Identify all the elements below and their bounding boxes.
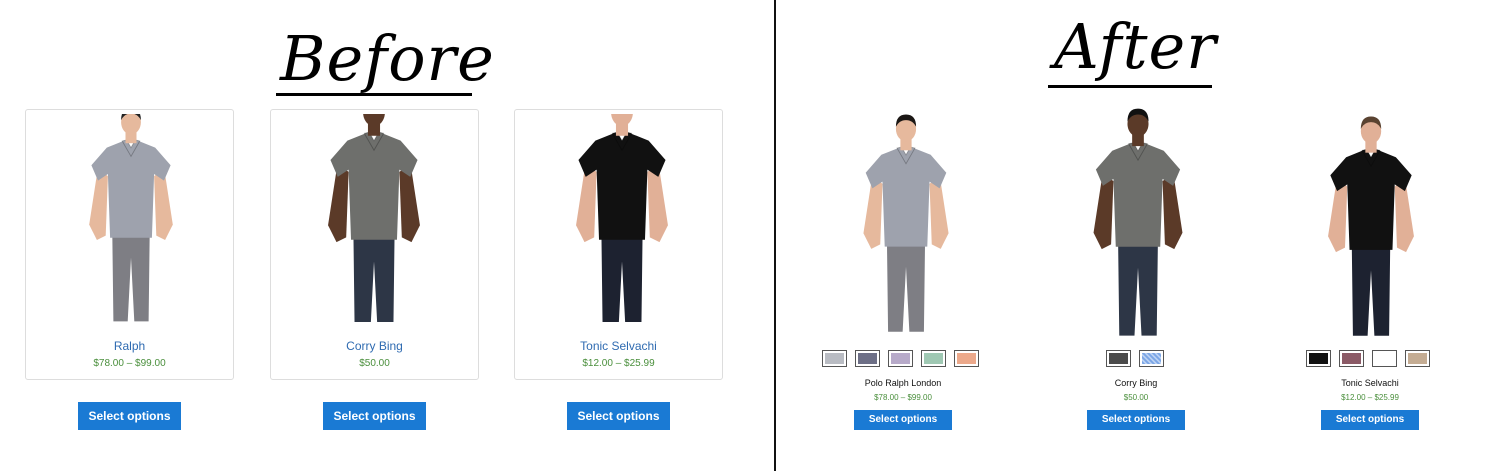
product-image[interactable] (76, 114, 186, 322)
swatch-color-fill (1309, 353, 1328, 364)
product-card-ralph[interactable]: Ralph $78.00 – $99.00 (25, 109, 234, 380)
color-swatch[interactable] (1306, 350, 1331, 367)
select-options-button[interactable]: Select options (323, 402, 426, 430)
color-swatch[interactable] (1106, 350, 1131, 367)
after-heading-underline (1048, 85, 1212, 88)
pants-shape (112, 233, 150, 322)
product-price: $50.00 (359, 358, 390, 369)
color-swatch[interactable] (921, 350, 946, 367)
before-panel: Before Ralph $78.00 – $99.00 Select opti… (0, 0, 775, 471)
product-image[interactable] (1288, 112, 1454, 338)
model-figure (328, 114, 420, 322)
product-image[interactable] (850, 106, 962, 338)
swatch-color-fill (825, 353, 844, 364)
pants-shape (601, 234, 643, 322)
product-name[interactable]: Corry Bing (1036, 378, 1236, 388)
product-name-link[interactable]: Corry Bing (271, 339, 478, 353)
product-name-link[interactable]: Ralph (26, 339, 233, 353)
swatch-color-fill (858, 353, 877, 364)
swatch-color-fill (1408, 353, 1427, 364)
color-swatches (822, 350, 979, 367)
model-figure (1093, 108, 1183, 336)
swatch-color-fill (1342, 353, 1361, 364)
color-swatches (1106, 350, 1164, 367)
swatch-color-fill (891, 353, 910, 364)
select-options-button[interactable]: Select options (1087, 410, 1185, 430)
product-card-corry-bing[interactable]: Corry Bing $50.00 (270, 109, 479, 380)
swatch-color-fill (1142, 353, 1161, 364)
product-price: $78.00 – $99.00 (874, 393, 932, 402)
color-swatch[interactable] (954, 350, 979, 367)
product-image[interactable] (1054, 104, 1222, 338)
product-name[interactable]: Polo Ralph London (803, 378, 1003, 388)
product-image[interactable] (293, 114, 455, 322)
after-heading: After (1054, 10, 1217, 83)
head-shape (121, 114, 141, 135)
pants-shape (1118, 242, 1158, 336)
color-swatch[interactable] (822, 350, 847, 367)
after-panel: After Polo Ralph London $78.00 – $99.00 … (776, 0, 1500, 471)
product-price: $50.00 (1123, 393, 1149, 402)
color-swatches (1306, 350, 1430, 367)
product-price: $12.00 – $25.99 (1341, 393, 1399, 402)
head-shape (611, 114, 633, 127)
model-figure (576, 114, 668, 322)
select-options-button[interactable]: Select options (1321, 410, 1419, 430)
color-swatch[interactable] (1405, 350, 1430, 367)
pants-shape (1351, 245, 1391, 336)
swatch-color-fill (1109, 353, 1128, 364)
product-name[interactable]: Tonic Selvachi (1270, 378, 1470, 388)
select-options-button[interactable]: Select options (854, 410, 952, 430)
color-swatch[interactable] (1139, 350, 1164, 367)
select-options-button[interactable]: Select options (567, 402, 670, 430)
product-name-link[interactable]: Tonic Selvachi (515, 339, 722, 353)
pants-shape (886, 242, 926, 332)
product-price: $78.00 – $99.00 (93, 358, 166, 369)
product-card-tonic-selvachi[interactable]: Tonic Selvachi $12.00 – $25.99 (514, 109, 723, 380)
color-swatch[interactable] (855, 350, 880, 367)
swatch-color-fill (1375, 353, 1394, 364)
product-image[interactable] (539, 114, 705, 322)
color-swatch[interactable] (1372, 350, 1397, 367)
product-price: $12.00 – $25.99 (582, 358, 655, 369)
before-heading: Before (280, 22, 495, 95)
color-swatch[interactable] (888, 350, 913, 367)
color-swatch[interactable] (1339, 350, 1364, 367)
swatch-color-fill (957, 353, 976, 364)
select-options-button[interactable]: Select options (78, 402, 181, 430)
model-figure (863, 114, 949, 332)
pants-shape (353, 234, 395, 322)
before-heading-underline (276, 93, 472, 96)
head-shape (363, 114, 385, 127)
model-figure (89, 114, 173, 322)
model-figure (1328, 116, 1414, 336)
swatch-color-fill (924, 353, 943, 364)
